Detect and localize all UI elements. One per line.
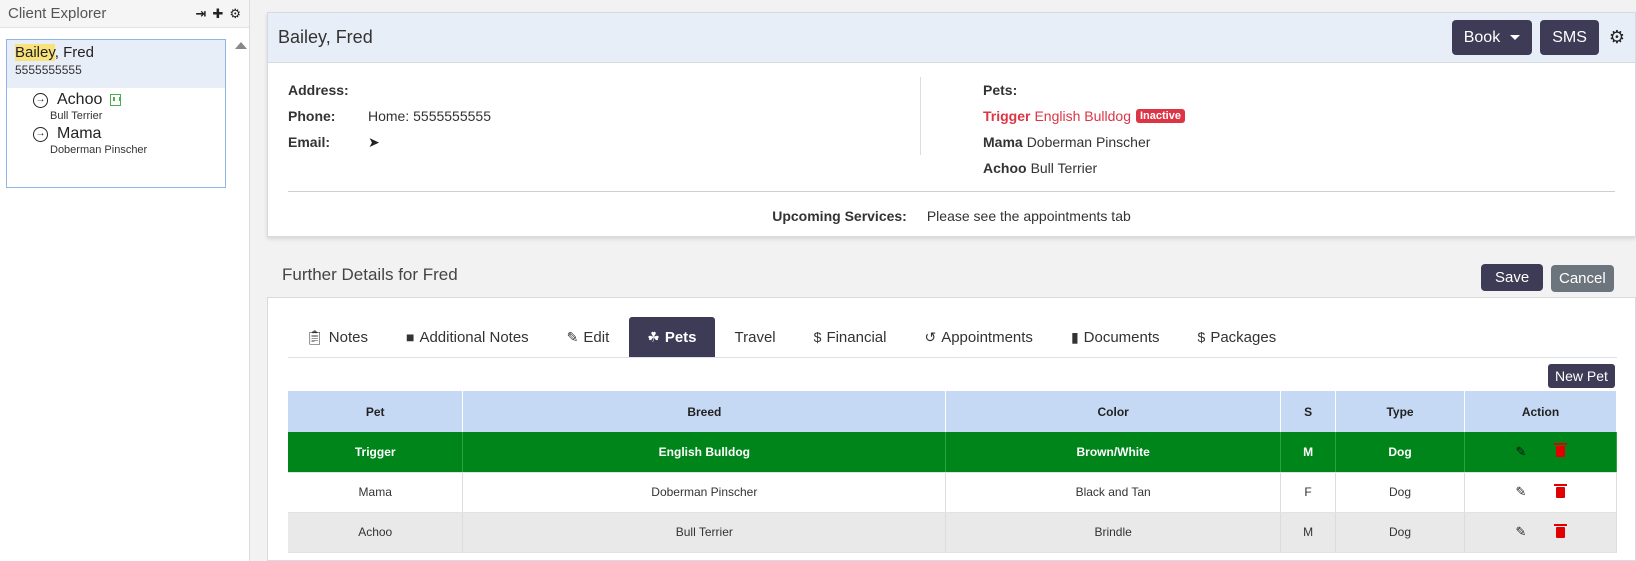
col-header-type[interactable]: Type (1335, 391, 1465, 432)
client-name: Bailey, Fred (15, 44, 94, 61)
trash-icon[interactable] (1554, 523, 1568, 538)
client-explorer-sidebar: Client Explorer ⇥ ✚ ⚙ Bailey, Fred 55555… (0, 0, 250, 561)
client-phone: 5555555555 (15, 63, 82, 77)
sidebar-pet-mama[interactable]: → Mama Doberman Pinscher (7, 122, 225, 156)
pet-breed: Bull Terrier (50, 110, 103, 122)
cell-type: Dog (1335, 432, 1465, 473)
trash-icon[interactable] (1554, 483, 1568, 498)
pets-table: Pet Breed Color S Type Action Trigger En… (288, 391, 1617, 553)
edit-icon[interactable]: ✎ (1516, 484, 1527, 500)
further-details-title: Further Details for Fred (282, 265, 458, 284)
building-icon (110, 94, 122, 106)
phone-row: Phone: Home: 5555555555 (288, 108, 491, 124)
gear-icon[interactable]: ⚙ (229, 6, 241, 22)
scroll-up-arrow-icon[interactable] (235, 42, 247, 49)
dollar-icon: $ (813, 329, 822, 345)
card-pet-trigger: Trigger English Bulldog Inactive (983, 103, 1615, 129)
cell-sex: M (1280, 432, 1337, 473)
cell-pet: Trigger (288, 432, 464, 473)
card-pet-achoo: Achoo Bull Terrier (983, 160, 1098, 176)
client-card: Bailey, Fred Book SMS ⚙ Address: Phone: … (267, 12, 1636, 237)
divider (288, 191, 1615, 192)
table-header-row: Pet Breed Color S Type Action (288, 391, 1617, 432)
pencil-icon: ✎ (566, 328, 579, 345)
file-icon: ▮ (1070, 328, 1079, 345)
cell-pet: Achoo (288, 512, 464, 553)
tab-packages[interactable]: $ Packages (1180, 317, 1295, 357)
note-icon: ■ (405, 329, 415, 345)
pets-label: Pets: (983, 82, 1018, 98)
edit-icon[interactable]: ✎ (1516, 524, 1527, 540)
dollar-icon: $ (1197, 329, 1206, 345)
col-header-color[interactable]: Color (945, 391, 1282, 432)
tab-appointments[interactable]: ↺ Appointments (906, 317, 1050, 357)
client-tree-item[interactable]: Bailey, Fred 5555555555 → Achoo Bull Ter… (6, 39, 226, 188)
email-row: Email: ➤ (288, 133, 380, 151)
new-pet-button[interactable]: New Pet (1548, 364, 1615, 388)
client-card-header: Bailey, Fred Book SMS ⚙ (268, 13, 1635, 63)
pin-icon[interactable]: ⇥ (196, 6, 207, 22)
table-row[interactable]: Mama Doberman Pinscher Black and Tan F D… (288, 472, 1617, 513)
tab-additional-notes[interactable]: ■ Additional Notes (388, 317, 547, 357)
cell-action: ✎ (1464, 432, 1617, 473)
book-button[interactable]: Book (1451, 20, 1533, 55)
sidebar-pet-achoo[interactable]: → Achoo Bull Terrier (7, 88, 225, 122)
cell-breed: Bull Terrier (462, 512, 947, 553)
pet-name: Mama (57, 125, 102, 142)
card-pet-mama: Mama Doberman Pinscher (983, 134, 1151, 150)
sms-button[interactable]: SMS (1540, 20, 1599, 55)
plus-icon[interactable]: ✚ (212, 6, 223, 22)
cell-action: ✎ (1464, 472, 1617, 513)
address-row: Address: (288, 82, 349, 98)
pet-name: Achoo (57, 91, 103, 108)
cell-sex: M (1280, 512, 1337, 553)
tab-edit[interactable]: ✎ Edit (549, 317, 628, 357)
col-header-action: Action (1464, 391, 1617, 432)
inactive-badge: Inactive (1135, 109, 1185, 123)
tab-documents[interactable]: ▮ Documents (1053, 317, 1178, 357)
cell-pet: Mama (288, 472, 464, 513)
details-panel: 📋︎ Notes ■ Additional Notes ✎ Edit ☘ Pets Tr… (267, 297, 1636, 561)
save-button[interactable]: Save (1481, 264, 1544, 291)
history-icon: ↺ (924, 328, 937, 345)
client-title: Bailey, Fred (278, 27, 373, 47)
cell-sex: F (1280, 472, 1337, 513)
col-header-breed[interactable]: Breed (462, 391, 947, 432)
sidebar-title: Client Explorer (8, 5, 107, 22)
sidebar-header: Client Explorer ⇥ ✚ ⚙ (0, 0, 249, 28)
settings-gear-icon[interactable]: ⚙ (1609, 27, 1625, 48)
tab-notes[interactable]: 📋︎ Notes (288, 317, 386, 357)
table-row[interactable]: Trigger English Bulldog Brown/White M Do… (288, 432, 1617, 473)
cell-color: Brown/White (945, 432, 1282, 473)
tab-travel[interactable]: Travel (717, 317, 794, 357)
paw-icon: ☘ (647, 328, 660, 345)
cell-color: Brindle (945, 512, 1282, 553)
cell-action: ✎ (1464, 512, 1617, 553)
table-row[interactable]: Achoo Bull Terrier Brindle M Dog ✎ (288, 512, 1617, 553)
cancel-button[interactable]: Cancel (1551, 265, 1614, 292)
cell-type: Dog (1335, 472, 1465, 513)
arrow-circle-right-icon: → (33, 126, 48, 142)
upcoming-services: Upcoming Services: Please see the appoint… (772, 208, 1131, 224)
cell-color: Black and Tan (945, 472, 1282, 513)
tab-financial[interactable]: $ Financial (796, 317, 905, 357)
cell-type: Dog (1335, 512, 1465, 553)
cell-breed: Doberman Pinscher (462, 472, 947, 513)
arrow-circle-right-icon: → (33, 92, 48, 108)
cell-breed: English Bulldog (462, 432, 947, 473)
pet-breed: Doberman Pinscher (50, 144, 148, 156)
details-tabs: 📋︎ Notes ■ Additional Notes ✎ Edit ☘ Pets Tr… (288, 317, 1617, 358)
col-header-sex[interactable]: S (1280, 391, 1337, 432)
clipboard-icon: 📋︎ (306, 328, 324, 345)
edit-icon[interactable]: ✎ (1516, 444, 1527, 460)
trash-icon[interactable] (1554, 443, 1568, 458)
caret-down-icon (1510, 35, 1521, 40)
tab-pets[interactable]: ☘ Pets (629, 317, 715, 357)
send-icon[interactable]: ➤ (368, 134, 380, 151)
col-header-pet[interactable]: Pet (288, 391, 464, 432)
